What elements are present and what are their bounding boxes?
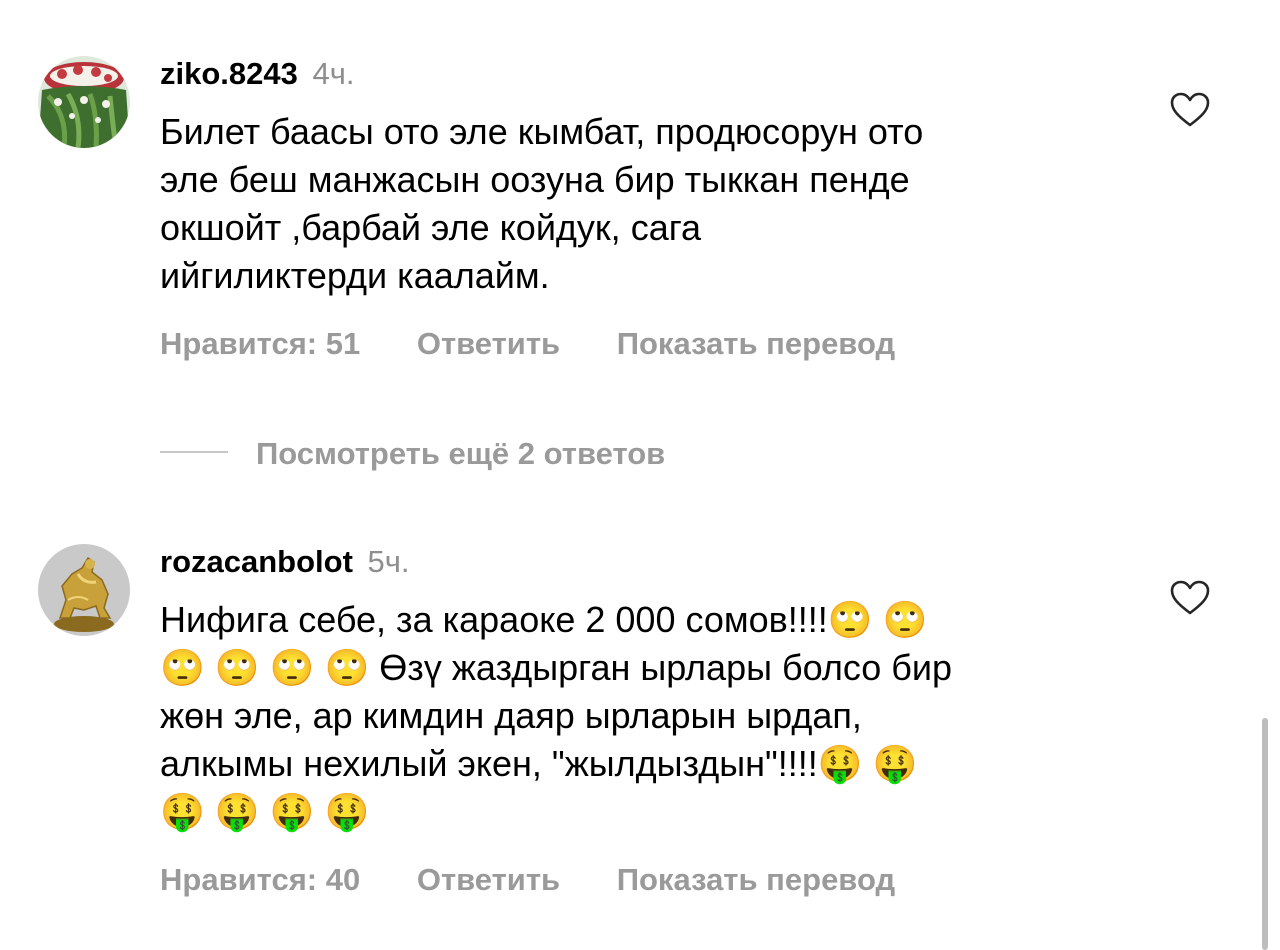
comment-text-line: окшойт ,барбай эле койдук, сага [160, 207, 702, 248]
comment-actions: Нравится: 40 Ответить Показать перевод [160, 862, 943, 898]
avatar-golden-horse-icon[interactable] [38, 544, 130, 636]
comment-text-line: алкымы нехилый экен, "жылдыздын"!!!!🤑 🤑 [160, 743, 918, 784]
replies-divider-line [160, 450, 228, 453]
comment-text-line: жөн эле, ар кимдин даяр ырларын ырдап, [160, 695, 862, 736]
heart-outline-icon[interactable] [1170, 580, 1210, 616]
comment-meta: ziko.8243 4ч. [160, 56, 355, 92]
comment-timestamp: 5ч. [367, 544, 410, 579]
likes-count-button[interactable]: Нравится: 51 [160, 326, 360, 361]
reply-button[interactable]: Ответить [417, 326, 560, 361]
avatar-roses-icon[interactable] [38, 56, 130, 148]
comment-text-line: эле беш манжасын оозуна бир тыккан пенде [160, 159, 910, 200]
comment-username[interactable]: rozacanbolot [160, 544, 353, 579]
show-translation-button[interactable]: Показать перевод [617, 862, 895, 897]
comment-text-line: Нифига себе, за караоке 2 000 сомов!!!!🙄… [160, 599, 928, 640]
reply-button[interactable]: Ответить [417, 862, 560, 897]
comment-text-line: 🙄 🙄 🙄 🙄 Өзү жаздырган ырлары болсо бир [160, 647, 952, 688]
comment-text-line: Билет баасы ото эле кымбат, продюсорун о… [160, 111, 924, 152]
likes-count-button[interactable]: Нравится: 40 [160, 862, 360, 897]
show-translation-button[interactable]: Показать перевод [617, 326, 895, 361]
heart-outline-icon[interactable] [1170, 92, 1210, 128]
view-more-replies-button[interactable]: Посмотреть ещё 2 ответов [160, 436, 665, 472]
scrollbar-thumb[interactable] [1262, 718, 1268, 950]
view-more-replies-label: Посмотреть ещё 2 ответов [256, 436, 666, 471]
comment-text: Нифига себе, за караоке 2 000 сомов!!!!🙄… [160, 596, 1120, 836]
comment-meta: rozacanbolot 5ч. [160, 544, 410, 580]
comment-username[interactable]: ziko.8243 [160, 56, 298, 91]
comment-text-line: 🤑 🤑 🤑 🤑 [160, 791, 370, 832]
comment-actions: Нравится: 51 Ответить Показать перевод [160, 326, 943, 362]
comment-text: Билет баасы ото эле кымбат, продюсорун о… [160, 108, 1120, 300]
comment-text-line: ийгиликтерди каалайм. [160, 255, 550, 296]
comment-timestamp: 4ч. [312, 56, 355, 91]
